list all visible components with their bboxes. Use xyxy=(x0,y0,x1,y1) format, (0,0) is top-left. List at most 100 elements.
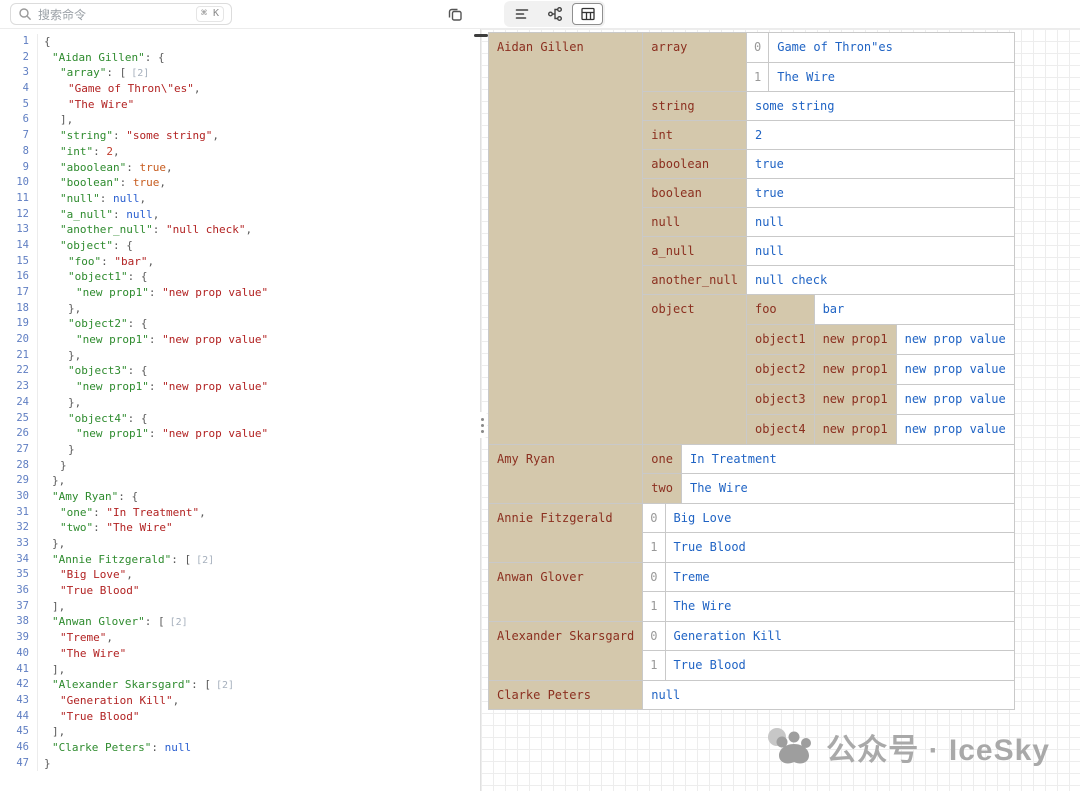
editor-line[interactable]: 39"Treme", xyxy=(0,630,480,646)
value-cell[interactable]: new prop value xyxy=(896,415,1014,444)
key-cell[interactable]: foo xyxy=(747,295,814,324)
editor-line[interactable]: 36"True Blood" xyxy=(0,583,480,599)
value-cell[interactable]: some string xyxy=(746,92,1013,121)
mode-table-button[interactable] xyxy=(572,3,603,25)
editor-line[interactable]: 24}, xyxy=(0,395,480,411)
editor-line[interactable]: 18}, xyxy=(0,301,480,317)
editor-line[interactable]: 5"The Wire" xyxy=(0,97,480,113)
key-cell[interactable]: object1 xyxy=(747,324,814,354)
editor-line[interactable]: 11"null": null, xyxy=(0,191,480,207)
editor-line[interactable]: 3"array": [[2] xyxy=(0,65,480,81)
editor-line[interactable]: 27} xyxy=(0,442,480,458)
editor-line[interactable]: 17"new prop1": "new prop value" xyxy=(0,285,480,301)
editor-line[interactable]: 2"Aidan Gillen": { xyxy=(0,50,480,66)
key-cell[interactable]: new prop1 xyxy=(815,415,897,444)
editor-line[interactable]: 14"object": { xyxy=(0,238,480,254)
key-cell[interactable]: Alexander Skarsgard xyxy=(489,621,643,680)
mode-text-button[interactable] xyxy=(506,3,537,25)
mode-tree-button[interactable] xyxy=(539,3,570,25)
code-editor-pane[interactable]: 1{2"Aidan Gillen": {3"array": [[2]4"Game… xyxy=(0,29,481,791)
value-cell[interactable]: In Treatment xyxy=(681,445,1013,474)
key-cell[interactable]: object2 xyxy=(747,354,814,384)
value-cell[interactable]: The Wire xyxy=(769,62,1014,91)
key-cell[interactable]: int xyxy=(643,121,746,150)
editor-line[interactable]: 35"Big Love", xyxy=(0,567,480,583)
editor-line[interactable]: 32"two": "The Wire" xyxy=(0,520,480,536)
editor-line[interactable]: 19"object2": { xyxy=(0,316,480,332)
editor-line[interactable]: 45], xyxy=(0,724,480,740)
editor-line[interactable]: 21}, xyxy=(0,348,480,364)
key-cell[interactable]: string xyxy=(643,92,746,121)
key-cell[interactable]: object4 xyxy=(747,414,814,444)
value-cell[interactable]: The Wire xyxy=(681,474,1013,503)
key-cell[interactable]: new prop1 xyxy=(815,355,897,384)
key-cell[interactable]: two xyxy=(643,474,681,503)
editor-line[interactable]: 46"Clarke Peters": null xyxy=(0,740,480,756)
editor-line[interactable]: 4"Game of Thron\"es", xyxy=(0,81,480,97)
editor-line[interactable]: 47} xyxy=(0,756,480,772)
value-cell[interactable]: null xyxy=(643,680,1014,709)
key-cell[interactable]: one xyxy=(643,445,681,474)
key-cell[interactable]: null xyxy=(643,208,746,237)
key-cell[interactable]: new prop1 xyxy=(815,385,897,414)
key-cell[interactable]: object3 xyxy=(747,384,814,414)
key-cell[interactable]: a_null xyxy=(643,237,746,266)
key-cell[interactable]: array xyxy=(643,33,746,92)
value-cell[interactable]: 2 xyxy=(746,121,1013,150)
value-cell[interactable]: bar xyxy=(814,295,1014,324)
editor-line[interactable]: 20"new prop1": "new prop value" xyxy=(0,332,480,348)
editor-line[interactable]: 41], xyxy=(0,662,480,678)
editor-line[interactable]: 29}, xyxy=(0,473,480,489)
editor-line[interactable]: 31"one": "In Treatment", xyxy=(0,505,480,521)
key-cell[interactable]: Anwan Glover xyxy=(489,562,643,621)
value-cell[interactable]: true xyxy=(746,150,1013,179)
value-cell[interactable]: The Wire xyxy=(665,592,1014,621)
value-cell[interactable]: Generation Kill xyxy=(665,622,1014,651)
value-cell[interactable]: null check xyxy=(746,266,1013,295)
key-cell[interactable]: Aidan Gillen xyxy=(489,33,643,445)
value-cell[interactable]: True Blood xyxy=(665,533,1014,562)
key-cell[interactable]: another_null xyxy=(643,266,746,295)
editor-line[interactable]: 9"aboolean": true, xyxy=(0,160,480,176)
editor-line[interactable]: 33}, xyxy=(0,536,480,552)
editor-line[interactable]: 10"boolean": true, xyxy=(0,175,480,191)
copy-button[interactable] xyxy=(442,2,468,26)
editor-line[interactable]: 34"Annie Fitzgerald": [[2] xyxy=(0,552,480,568)
value-cell[interactable]: new prop value xyxy=(896,385,1014,414)
value-cell[interactable]: Game of Thron"es xyxy=(769,33,1014,62)
editor-line[interactable]: 42"Alexander Skarsgard": [[2] xyxy=(0,677,480,693)
editor-line[interactable]: 1{ xyxy=(0,34,480,50)
pane-splitter-handle[interactable] xyxy=(477,412,487,438)
key-cell[interactable]: aboolean xyxy=(643,150,746,179)
key-cell[interactable]: object xyxy=(643,295,746,444)
editor-line[interactable]: 23"new prop1": "new prop value" xyxy=(0,379,480,395)
editor-line[interactable]: 15"foo": "bar", xyxy=(0,254,480,270)
value-cell[interactable]: null xyxy=(746,208,1013,237)
editor-line[interactable]: 30"Amy Ryan": { xyxy=(0,489,480,505)
value-cell[interactable]: new prop value xyxy=(896,325,1014,354)
value-cell[interactable]: True Blood xyxy=(665,651,1014,680)
editor-line[interactable]: 43"Generation Kill", xyxy=(0,693,480,709)
editor-line[interactable]: 44"True Blood" xyxy=(0,709,480,725)
key-cell[interactable]: new prop1 xyxy=(815,325,897,354)
value-cell[interactable]: Treme xyxy=(665,563,1014,592)
value-cell[interactable]: Big Love xyxy=(665,504,1014,533)
editor-line[interactable]: 13"another_null": "null check", xyxy=(0,222,480,238)
editor-line[interactable]: 12"a_null": null, xyxy=(0,207,480,223)
search-input[interactable]: 搜索命令 ⌘ K xyxy=(10,3,232,25)
value-cell[interactable]: new prop value xyxy=(896,355,1014,384)
key-cell[interactable]: Clarke Peters xyxy=(489,680,643,709)
editor-line[interactable]: 26"new prop1": "new prop value" xyxy=(0,426,480,442)
editor-line[interactable]: 7"string": "some string", xyxy=(0,128,480,144)
editor-line[interactable]: 28} xyxy=(0,458,480,474)
key-cell[interactable]: Annie Fitzgerald xyxy=(489,503,643,562)
editor-line[interactable]: 16"object1": { xyxy=(0,269,480,285)
key-cell[interactable]: Amy Ryan xyxy=(489,444,643,503)
value-cell[interactable]: null xyxy=(746,237,1013,266)
editor-line[interactable]: 25"object4": { xyxy=(0,411,480,427)
editor-line[interactable]: 22"object3": { xyxy=(0,363,480,379)
editor-line[interactable]: 6], xyxy=(0,112,480,128)
editor-scrollbar-thumb[interactable] xyxy=(474,34,488,37)
key-cell[interactable]: boolean xyxy=(643,179,746,208)
editor-line[interactable]: 37], xyxy=(0,599,480,615)
